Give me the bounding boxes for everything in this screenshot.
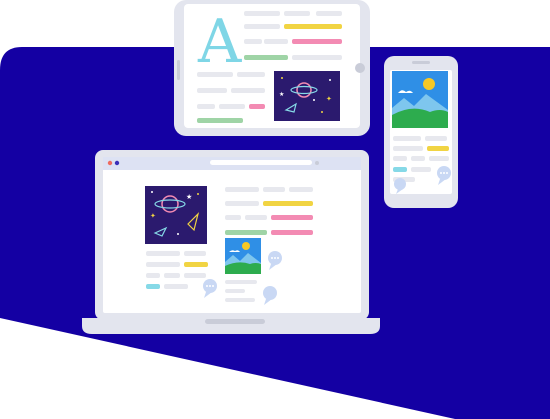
svg-text:✦: ✦ — [326, 95, 332, 103]
laptop-device: ★ ✦ — [82, 150, 380, 334]
svg-text:★: ★ — [186, 193, 192, 201]
letter-a-icon: A — [197, 7, 242, 77]
planet-rocket-icon: ★ ✦ — [145, 186, 207, 244]
tablet-device: A ✦ ★ — [174, 0, 370, 136]
phone-device — [384, 56, 458, 208]
browser-bar — [103, 157, 361, 170]
mountain-sun-icon — [225, 238, 261, 274]
illustration-stage: A ✦ ★ ★ ✦ — [0, 0, 550, 419]
planet-rocket-icon: ✦ ★ — [274, 71, 340, 121]
responsive-devices-illustration: A ✦ ★ ★ ✦ — [0, 0, 550, 419]
svg-text:✦: ✦ — [150, 212, 156, 220]
svg-text:★: ★ — [279, 91, 284, 98]
mountain-sun-icon — [392, 71, 448, 128]
